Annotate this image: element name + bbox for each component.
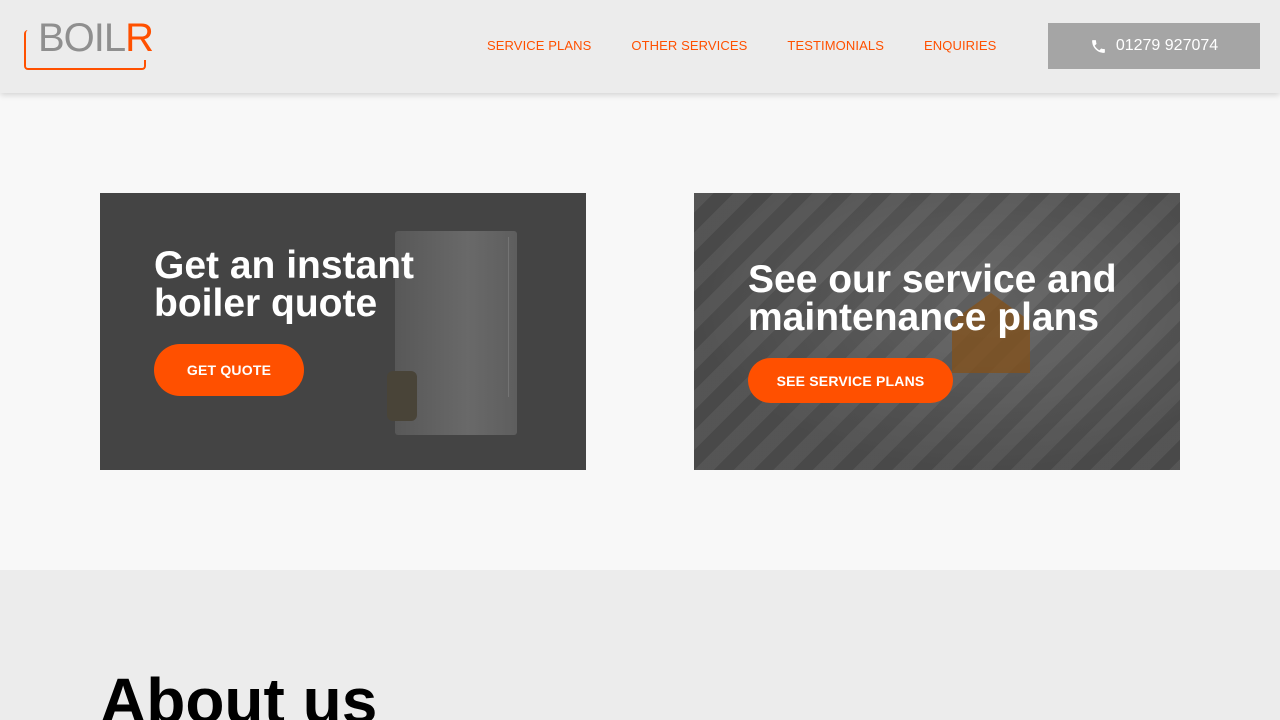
service-plans-card: See our service and maintenance plans SE… <box>694 193 1180 470</box>
about-section: About us <box>0 570 1280 720</box>
logo-text-accent: R <box>125 16 154 60</box>
phone-icon <box>1091 39 1105 53</box>
site-header: BOILR SERVICE PLANS OTHER SERVICES TESTI… <box>0 0 1280 93</box>
phone-number: 01279 927074 <box>1115 37 1219 54</box>
nav-service-plans[interactable]: SERVICE PLANS <box>487 38 591 53</box>
instant-quote-card: Get an instant boiler quote GET QUOTE <box>100 193 586 470</box>
see-service-plans-button[interactable]: SEE SERVICE PLANS <box>748 358 953 403</box>
quote-card-title: Get an instant boiler quote <box>154 244 415 325</box>
boilr-logo[interactable]: BOILR <box>22 16 156 72</box>
nav-enquiries[interactable]: ENQUIRIES <box>924 38 996 53</box>
nav-testimonials[interactable]: TESTIMONIALS <box>787 38 884 53</box>
about-heading: About us <box>100 665 378 720</box>
main-nav: SERVICE PLANS OTHER SERVICES TESTIMONIAL… <box>487 38 996 53</box>
logo-text: BOILR <box>36 16 156 60</box>
nav-other-services[interactable]: OTHER SERVICES <box>631 38 747 53</box>
logo-text-main: BOIL <box>38 16 126 60</box>
plans-card-title: See our service and maintenance plans <box>748 258 1117 339</box>
get-quote-button[interactable]: GET QUOTE <box>154 344 304 396</box>
phone-button[interactable]: 01279 927074 <box>1048 23 1260 69</box>
